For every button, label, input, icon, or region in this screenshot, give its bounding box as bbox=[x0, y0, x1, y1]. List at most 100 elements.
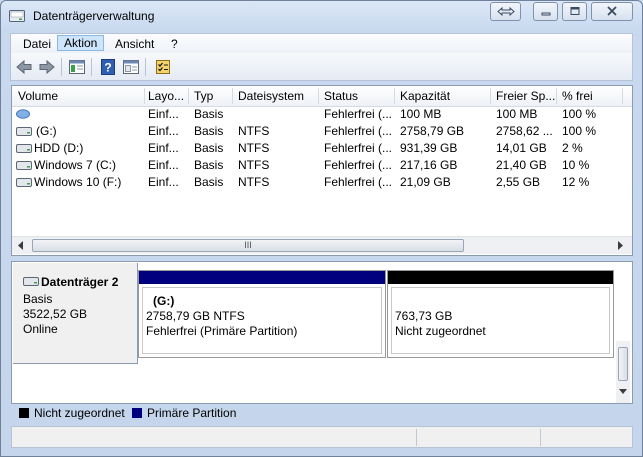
partition-status: Nicht zugeordnet bbox=[395, 324, 486, 338]
console-tree-icon[interactable] bbox=[68, 58, 86, 76]
resize-arrows-icon bbox=[496, 6, 515, 17]
checklist-icon[interactable] bbox=[154, 58, 172, 76]
title-bar[interactable]: Datenträgerverwaltung bbox=[1, 1, 642, 31]
cell-percent-free: 100 % bbox=[562, 107, 597, 121]
column-divider[interactable] bbox=[318, 88, 319, 104]
properties-icon[interactable] bbox=[122, 58, 140, 76]
table-row[interactable]: Einf... Basis Fehlerfrei (... 100 MB 100… bbox=[12, 106, 632, 123]
menu-ansicht[interactable]: Ansicht bbox=[109, 36, 160, 52]
column-divider[interactable] bbox=[394, 88, 395, 104]
menu-bar: Datei Aktion Ansicht ? bbox=[10, 33, 633, 53]
toolbar-separator bbox=[145, 58, 146, 76]
close-button[interactable] bbox=[591, 2, 633, 21]
cell-free-space: 2758,62 ... bbox=[496, 124, 553, 138]
menu-help[interactable]: ? bbox=[165, 36, 184, 52]
cell-capacity: 100 MB bbox=[400, 107, 442, 121]
legend-swatch-unallocated bbox=[19, 408, 29, 418]
main-window: Datenträgerverwaltung Datei Aktion Ansic… bbox=[0, 0, 643, 457]
menu-datei[interactable]: Datei bbox=[17, 36, 57, 52]
column-header-capacity[interactable]: Kapazität bbox=[400, 89, 450, 105]
cell-layout: Einf... bbox=[148, 107, 179, 121]
legend-label-primary: Primäre Partition bbox=[147, 406, 237, 420]
column-header-filesystem[interactable]: Dateisystem bbox=[238, 89, 304, 105]
table-row[interactable]: Windows 7 (C:) Einf... Basis NTFS Fehler… bbox=[12, 157, 632, 174]
status-bar-separator bbox=[416, 429, 417, 446]
cell-status: Fehlerfrei (... bbox=[324, 124, 393, 138]
disk-info-panel[interactable]: Datenträger 2 Basis 3522,52 GB Online bbox=[13, 263, 138, 364]
column-header-layout[interactable]: Layo... bbox=[148, 89, 184, 105]
partition-size-fs: 2758,79 GB NTFS bbox=[146, 309, 245, 323]
forward-arrow-icon[interactable] bbox=[38, 58, 56, 76]
disk-type: Basis bbox=[23, 292, 53, 306]
vertical-scroll-thumb[interactable] bbox=[618, 347, 628, 381]
cell-type: Basis bbox=[194, 175, 224, 189]
column-divider[interactable] bbox=[188, 88, 189, 104]
column-header-free-space[interactable]: Freier Sp... bbox=[496, 89, 555, 105]
table-row[interactable]: (G:) Einf... Basis NTFS Fehlerfrei (... … bbox=[12, 123, 632, 140]
partition-bar-unallocated bbox=[388, 271, 613, 284]
cell-status: Fehlerfrei (... bbox=[324, 175, 393, 189]
vertical-scrollbar[interactable] bbox=[616, 341, 630, 403]
cell-capacity: 931,39 GB bbox=[400, 141, 458, 155]
restore-size-button[interactable] bbox=[490, 2, 521, 21]
volume-icon bbox=[16, 109, 30, 119]
cell-capacity: 2758,79 GB bbox=[400, 124, 465, 138]
cell-percent-free: 12 % bbox=[562, 175, 590, 189]
status-bar-separator bbox=[540, 429, 541, 446]
cell-capacity: 217,16 GB bbox=[400, 158, 458, 172]
column-divider[interactable] bbox=[232, 88, 233, 104]
column-header-percent-free[interactable]: % frei bbox=[562, 89, 593, 105]
cell-capacity: 21,09 GB bbox=[400, 175, 451, 189]
table-row[interactable]: HDD (D:) Einf... Basis NTFS Fehlerfrei (… bbox=[12, 140, 632, 157]
menu-aktion[interactable]: Aktion bbox=[57, 35, 105, 51]
column-divider[interactable] bbox=[556, 88, 557, 104]
partition-details: 763,73 GB Nicht zugeordnet bbox=[391, 287, 610, 354]
cell-status: Fehlerfrei (... bbox=[324, 141, 393, 155]
horizontal-scrollbar[interactable]: III bbox=[12, 236, 632, 254]
cell-filesystem: NTFS bbox=[238, 158, 270, 172]
maximize-button[interactable] bbox=[562, 2, 587, 21]
cell-status: Fehlerfrei (... bbox=[324, 107, 393, 121]
disk-icon bbox=[23, 277, 39, 286]
cell-type: Basis bbox=[194, 158, 224, 172]
partition-g[interactable]: (G:) 2758,79 GB NTFS Fehlerfrei (Primäre… bbox=[138, 270, 386, 358]
column-header-type[interactable]: Typ bbox=[194, 89, 213, 105]
minimize-icon bbox=[541, 12, 550, 16]
scroll-down-icon[interactable] bbox=[619, 389, 627, 395]
drive-icon bbox=[16, 178, 32, 187]
column-divider[interactable] bbox=[622, 88, 623, 104]
window-title: Datenträgerverwaltung bbox=[33, 9, 155, 23]
cell-volume: HDD (D:) bbox=[34, 141, 84, 155]
cell-type: Basis bbox=[194, 141, 224, 155]
back-arrow-icon[interactable] bbox=[15, 58, 33, 76]
legend-swatch-primary bbox=[132, 408, 142, 418]
cell-free-space: 2,55 GB bbox=[496, 175, 541, 189]
cell-layout: Einf... bbox=[148, 141, 179, 155]
column-divider[interactable] bbox=[144, 88, 145, 104]
partition-unallocated[interactable]: 763,73 GB Nicht zugeordnet bbox=[387, 270, 614, 358]
cell-free-space: 100 MB bbox=[496, 107, 538, 121]
minimize-button[interactable] bbox=[533, 2, 558, 21]
cell-type: Basis bbox=[194, 124, 224, 138]
scroll-right-icon[interactable] bbox=[618, 241, 624, 250]
status-bar bbox=[11, 426, 633, 448]
cell-volume: Windows 7 (C:) bbox=[34, 158, 117, 172]
partition-size: 763,73 GB bbox=[395, 309, 453, 323]
cell-filesystem: NTFS bbox=[238, 124, 270, 138]
column-divider[interactable] bbox=[490, 88, 491, 104]
legend-label-unallocated: Nicht zugeordnet bbox=[34, 406, 125, 420]
horizontal-scroll-thumb[interactable]: III bbox=[32, 239, 464, 252]
cell-filesystem: NTFS bbox=[238, 141, 270, 155]
cell-status: Fehlerfrei (... bbox=[324, 158, 393, 172]
toolbar-separator bbox=[91, 58, 92, 76]
column-header-status[interactable]: Status bbox=[324, 89, 358, 105]
drive-icon bbox=[16, 161, 32, 170]
cell-layout: Einf... bbox=[148, 175, 179, 189]
table-row[interactable]: Windows 10 (F:) Einf... Basis NTFS Fehle… bbox=[12, 174, 632, 191]
drive-icon bbox=[16, 144, 32, 153]
column-header-volume[interactable]: Volume bbox=[18, 89, 58, 105]
help-icon[interactable]: ? bbox=[99, 58, 117, 76]
cell-filesystem: NTFS bbox=[238, 175, 270, 189]
scroll-left-icon[interactable] bbox=[18, 241, 24, 250]
table-header: Volume Layo... Typ Dateisystem Status Ka… bbox=[12, 86, 632, 107]
